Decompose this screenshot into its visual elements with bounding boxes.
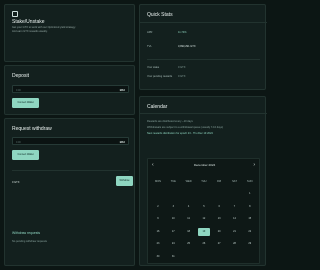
weekday-mon: MON: [154, 180, 162, 183]
withdraw-card: Request withdraw 0.00 MAX Connect Wallet…: [4, 118, 135, 266]
calendar-day-27[interactable]: 27: [213, 240, 225, 248]
withdraw-max-button[interactable]: MAX: [120, 141, 125, 144]
tvl-value: 3,993,291 GTX: [178, 45, 196, 48]
calendar-day-3[interactable]: 3: [167, 203, 179, 211]
calendar-panel: ‹ December 2024 › MON TUE WED THU FRI SAT SUN 1…: [147, 158, 260, 264]
calendar-day-31[interactable]: 31: [167, 253, 179, 261]
deposit-card: Deposit 0.00 MAX Connect Wallet: [4, 65, 135, 115]
apr-label: APR: [147, 31, 153, 34]
deposit-amount-placeholder: 0.00: [16, 88, 21, 92]
calendar-day-4[interactable]: 4: [183, 203, 195, 211]
deposit-max-button[interactable]: MAX: [120, 89, 125, 92]
calendar-card: Calendar Rewards are distributed every ~…: [139, 96, 267, 266]
withdraw-button[interactable]: Withdraw: [116, 176, 133, 186]
calendar-title: Calendar: [147, 104, 168, 110]
calendar-grid: MON TUE WED THU FRI SAT SUN 1 2 3 4 5 6 7 8 9 10 11 12 13 14…: [148, 159, 261, 265]
weekday-wed: WED: [185, 180, 192, 183]
calendar-day-20[interactable]: 20: [213, 228, 225, 236]
calendar-day-16[interactable]: 16: [152, 228, 164, 236]
stake-description-2: And earn GTX rewards weekly.: [12, 29, 48, 33]
calendar-note-3: Next rewards distribution for epoch 23 -…: [147, 132, 213, 135]
quick-stats-divider: [140, 22, 267, 23]
your-stake-value: 0 GTX: [178, 66, 186, 69]
calendar-note-1: Rewards are distributed every ~10 days: [147, 120, 193, 123]
calendar-day-14[interactable]: 14: [229, 215, 241, 223]
calendar-day-28[interactable]: 28: [229, 240, 241, 248]
calendar-divider: [140, 113, 267, 114]
withdraw-title: Request withdraw: [12, 126, 52, 132]
deposit-amount-input[interactable]: 0.00 MAX: [12, 85, 129, 93]
calendar-day-15[interactable]: 15: [244, 215, 256, 223]
stake-logo-icon: [12, 11, 18, 17]
calendar-day-6[interactable]: 6: [213, 203, 225, 211]
calendar-day-13[interactable]: 13: [213, 215, 225, 223]
withdraw-amount-input[interactable]: 0.00 MAX: [12, 137, 129, 145]
calendar-day-5[interactable]: 5: [198, 203, 210, 211]
calendar-day-8[interactable]: 8: [244, 203, 256, 211]
calendar-day-29[interactable]: 29: [244, 240, 256, 248]
calendar-day-12[interactable]: 12: [198, 215, 210, 223]
tvl-label: TVL: [147, 45, 152, 48]
calendar-day-9[interactable]: 9: [152, 215, 164, 223]
calendar-day-25[interactable]: 25: [183, 240, 195, 248]
calendar-day-19[interactable]: 19: [197, 227, 210, 236]
pending-rewards-label: Your pending rewards: [147, 75, 173, 78]
calendar-day-1[interactable]: 1: [244, 190, 256, 198]
calendar-day-17[interactable]: 17: [167, 228, 179, 236]
calendar-day-22[interactable]: 22: [244, 228, 256, 236]
withdraw-amount-placeholder: 0.00: [16, 140, 21, 144]
weekday-sat: SAT: [232, 180, 237, 183]
stake-card: Stake/Unstake Get your GTX to work with …: [4, 4, 135, 62]
quick-stats-title: Quick Stats: [147, 12, 173, 18]
your-stake-label: Your stake: [147, 66, 160, 69]
quick-stats-divider-2: [147, 59, 260, 60]
weekday-sun: SUN: [247, 180, 253, 183]
calendar-note-2: Withdrawals are subject to a withdrawal …: [147, 126, 224, 129]
calendar-day-18[interactable]: 18: [183, 228, 195, 236]
calendar-day-26[interactable]: 26: [198, 240, 210, 248]
withdrawable-amount: 0 GTX: [12, 181, 20, 184]
calendar-day-11[interactable]: 11: [183, 215, 195, 223]
quick-stats-card: Quick Stats APR 11.74% TVL 3,993,291 GTX…: [139, 4, 267, 90]
calendar-day-24[interactable]: 24: [167, 240, 179, 248]
calendar-day-21[interactable]: 21: [229, 228, 241, 236]
withdraw-connect-wallet-button[interactable]: Connect Wallet: [12, 150, 39, 160]
stake-title: Stake/Unstake: [12, 19, 45, 25]
calendar-day-23[interactable]: 23: [152, 240, 164, 248]
withdraw-requests-title: Withdraw requests: [12, 231, 41, 235]
weekday-thu: THU: [201, 180, 207, 183]
calendar-day-2[interactable]: 2: [152, 203, 164, 211]
deposit-connect-wallet-button[interactable]: Connect Wallet: [12, 98, 39, 108]
deposit-title: Deposit: [12, 73, 29, 79]
calendar-day-30[interactable]: 30: [152, 253, 164, 261]
calendar-day-7[interactable]: 7: [229, 203, 241, 211]
apr-value: 11.74%: [178, 31, 187, 34]
pending-rewards-value: 0 GTX: [178, 75, 186, 78]
withdraw-requests-empty: No pending withdraw requests: [12, 240, 47, 243]
calendar-day-10[interactable]: 10: [167, 215, 179, 223]
weekday-tue: TUE: [170, 180, 176, 183]
withdraw-divider: [12, 170, 129, 171]
weekday-fri: FRI: [217, 180, 222, 183]
